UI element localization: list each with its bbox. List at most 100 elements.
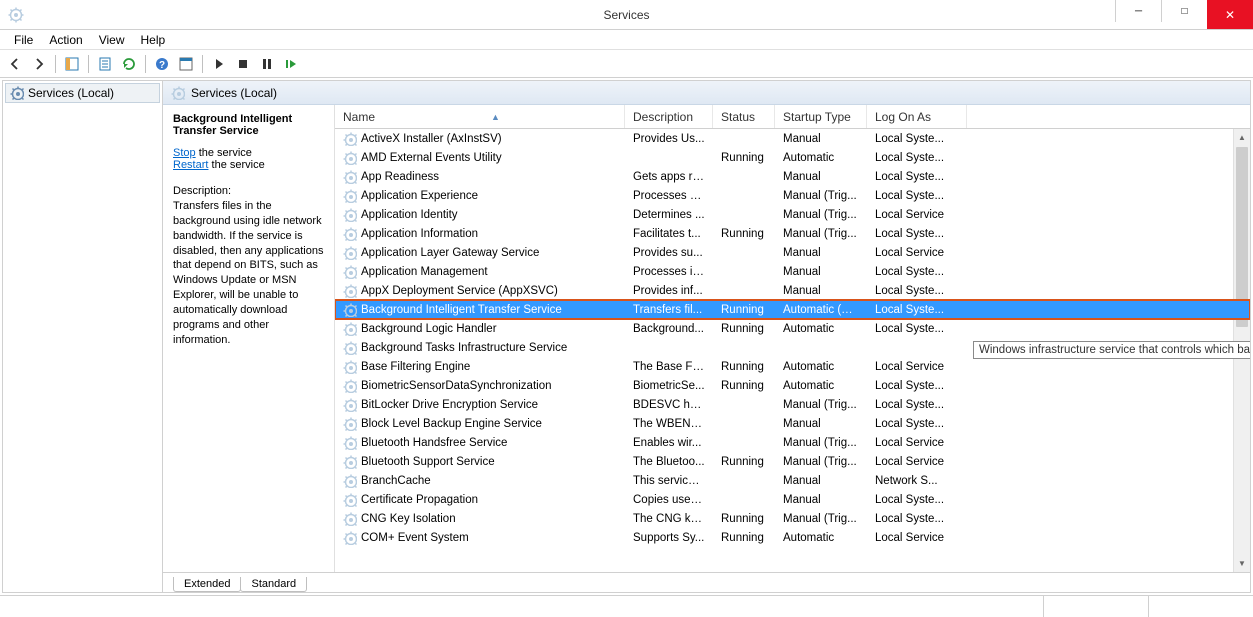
service-startup: Manual xyxy=(775,171,867,183)
table-row[interactable]: Block Level Backup Engine ServiceThe WBE… xyxy=(335,414,1250,433)
table-row[interactable]: BiometricSensorDataSynchronizationBiomet… xyxy=(335,376,1250,395)
column-startup[interactable]: Startup Type xyxy=(775,105,867,128)
service-desc: The Base Fil... xyxy=(625,361,713,373)
right-header-label: Services (Local) xyxy=(191,86,277,100)
column-description[interactable]: Description xyxy=(625,105,713,128)
gear-icon xyxy=(343,493,357,507)
service-startup: Automatic xyxy=(775,361,867,373)
scroll-down-button[interactable]: ▼ xyxy=(1234,555,1250,572)
tab-extended[interactable]: Extended xyxy=(173,577,241,592)
service-logon: Local Service xyxy=(867,247,967,259)
gear-icon xyxy=(343,531,357,545)
column-logon[interactable]: Log On As xyxy=(867,105,967,128)
stop-button[interactable] xyxy=(232,53,254,75)
service-status: Running xyxy=(713,304,775,316)
table-row[interactable]: AppX Deployment Service (AppXSVC)Provide… xyxy=(335,281,1250,300)
service-name: AMD External Events Utility xyxy=(361,152,502,164)
service-logon: Local Syste... xyxy=(867,399,967,411)
service-desc: Processes a... xyxy=(625,190,713,202)
table-row[interactable]: Application InformationFacilitates t...R… xyxy=(335,224,1250,243)
properties-button[interactable] xyxy=(175,53,197,75)
service-name: Background Logic Handler xyxy=(361,323,497,335)
table-row[interactable]: ActiveX Installer (AxInstSV)Provides Us.… xyxy=(335,129,1250,148)
service-logon: Local Syste... xyxy=(867,418,967,430)
help-button[interactable]: ? xyxy=(151,53,173,75)
forward-button[interactable] xyxy=(28,53,50,75)
service-logon: Local Syste... xyxy=(867,152,967,164)
service-list[interactable]: Name▲ Description Status Startup Type Lo… xyxy=(335,105,1250,572)
service-desc: Determines ... xyxy=(625,209,713,221)
tab-standard[interactable]: Standard xyxy=(240,577,307,592)
export-button[interactable] xyxy=(94,53,116,75)
table-row[interactable]: Bluetooth Handsfree ServiceEnables wir..… xyxy=(335,433,1250,452)
restart-suffix: the service xyxy=(208,159,264,171)
service-name: Application Experience xyxy=(361,190,478,202)
gear-icon xyxy=(343,265,357,279)
close-button[interactable]: ✕ xyxy=(1207,0,1253,29)
restart-link[interactable]: Restart xyxy=(173,159,208,171)
table-row[interactable]: Certificate PropagationCopies user ...Ma… xyxy=(335,490,1250,509)
gear-icon xyxy=(343,474,357,488)
tree-item-label: Services (Local) xyxy=(28,86,114,100)
gear-icon xyxy=(343,227,357,241)
service-name: COM+ Event System xyxy=(361,532,469,544)
service-logon: Local Service xyxy=(867,361,967,373)
show-hide-tree-button[interactable] xyxy=(61,53,83,75)
table-row[interactable]: COM+ Event SystemSupports Sy...RunningAu… xyxy=(335,528,1250,547)
gear-icon xyxy=(343,132,357,146)
table-row[interactable]: App ReadinessGets apps re...ManualLocal … xyxy=(335,167,1250,186)
maximize-button[interactable]: □ xyxy=(1161,0,1207,22)
service-startup: Manual (Trig... xyxy=(775,190,867,202)
table-row[interactable]: Application Layer Gateway ServiceProvide… xyxy=(335,243,1250,262)
table-row[interactable]: Base Filtering EngineThe Base Fil...Runn… xyxy=(335,357,1250,376)
right-header: Services (Local) xyxy=(163,81,1250,105)
table-row[interactable]: BranchCacheThis service ...ManualNetwork… xyxy=(335,471,1250,490)
menu-file[interactable]: File xyxy=(6,31,41,49)
gear-icon xyxy=(343,151,357,165)
table-row[interactable]: CNG Key IsolationThe CNG ke...RunningMan… xyxy=(335,509,1250,528)
detail-desc-label: Description: xyxy=(173,185,324,197)
service-startup: Manual xyxy=(775,247,867,259)
service-logon: Local Syste... xyxy=(867,266,967,278)
table-row[interactable]: Application IdentityDetermines ...Manual… xyxy=(335,205,1250,224)
table-row[interactable]: Application ManagementProcesses in...Man… xyxy=(335,262,1250,281)
table-row[interactable]: Background Intelligent Transfer ServiceT… xyxy=(335,300,1250,319)
refresh-button[interactable] xyxy=(118,53,140,75)
menu-action[interactable]: Action xyxy=(41,31,90,49)
table-row[interactable]: Bluetooth Support ServiceThe Bluetoo...R… xyxy=(335,452,1250,471)
service-logon: Local Syste... xyxy=(867,190,967,202)
back-button[interactable] xyxy=(4,53,26,75)
service-name: ActiveX Installer (AxInstSV) xyxy=(361,133,502,145)
service-desc: Facilitates t... xyxy=(625,228,713,240)
minimize-button[interactable]: ─ xyxy=(1115,0,1161,22)
menu-view[interactable]: View xyxy=(91,31,133,49)
pause-button[interactable] xyxy=(256,53,278,75)
service-status: Running xyxy=(713,532,775,544)
tree-item-services-local[interactable]: Services (Local) xyxy=(5,83,160,103)
restart-button[interactable] xyxy=(280,53,302,75)
service-startup: Manual (Trig... xyxy=(775,399,867,411)
service-name: Application Information xyxy=(361,228,478,240)
service-status: Running xyxy=(713,323,775,335)
stop-link[interactable]: Stop xyxy=(173,147,196,159)
column-status[interactable]: Status xyxy=(713,105,775,128)
table-row[interactable]: AMD External Events UtilityRunningAutoma… xyxy=(335,148,1250,167)
service-startup: Manual (Trig... xyxy=(775,209,867,221)
table-row[interactable]: Application Experience Processes a... Manu… xyxy=(335,186,1250,205)
service-desc: Copies user ... xyxy=(625,494,713,506)
service-status: Running xyxy=(713,513,775,525)
service-logon: Local Service xyxy=(867,532,967,544)
service-logon: Local Service xyxy=(867,437,967,449)
service-desc: Enables wir... xyxy=(625,437,713,449)
column-name[interactable]: Name▲ xyxy=(335,105,625,128)
right-pane: Services (Local) Background Intelligent … xyxy=(163,81,1250,592)
gear-icon xyxy=(343,189,357,203)
table-row[interactable]: Background Logic HandlerBackground...Run… xyxy=(335,319,1250,338)
start-button[interactable] xyxy=(208,53,230,75)
service-logon: Local Syste... xyxy=(867,133,967,145)
table-row[interactable]: BitLocker Drive Encryption ServiceBDESVC… xyxy=(335,395,1250,414)
menu-help[interactable]: Help xyxy=(133,31,174,49)
scroll-up-button[interactable]: ▲ xyxy=(1234,129,1250,146)
service-startup: Manual xyxy=(775,494,867,506)
service-desc: Transfers fil... xyxy=(625,304,713,316)
